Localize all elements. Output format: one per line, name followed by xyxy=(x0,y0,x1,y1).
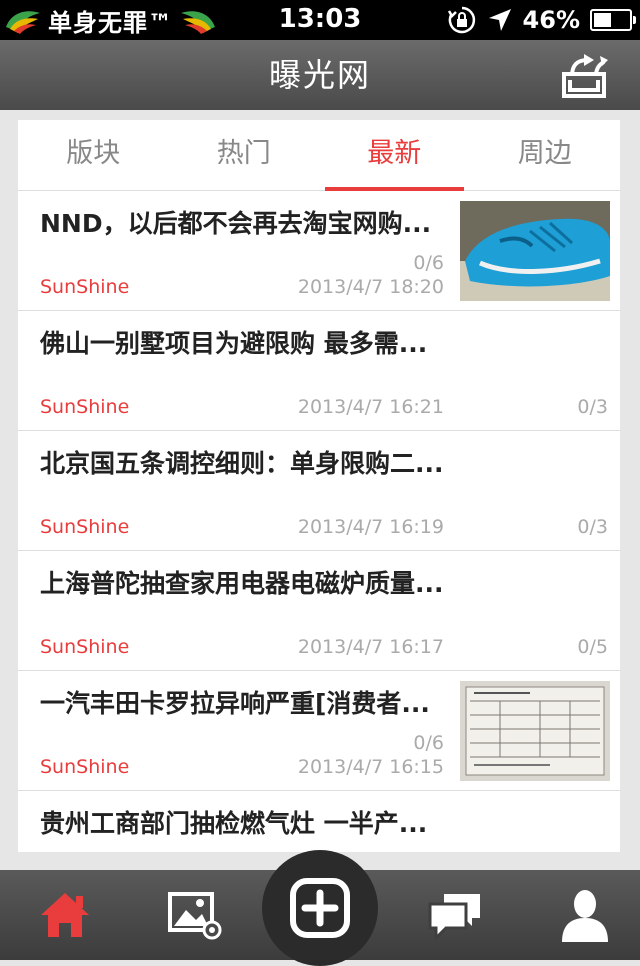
navigation-bar: 曝光网 xyxy=(0,40,640,110)
share-export-icon[interactable] xyxy=(558,52,610,100)
post-thumbnail[interactable] xyxy=(460,681,610,781)
post-title: 佛山一别墅项目为避限购 最多需... xyxy=(40,329,428,358)
list-item[interactable]: NND，以后都不会再去淘宝网购... 0/6 SunShine 2013/4/7… xyxy=(18,191,620,311)
home-icon xyxy=(41,893,89,937)
post-author[interactable]: SunShine xyxy=(40,636,129,658)
post-date: 2013/4/7 18:20 xyxy=(297,276,444,298)
tab-home[interactable] xyxy=(20,870,110,960)
user-icon xyxy=(562,890,608,942)
tab-gallery[interactable] xyxy=(150,870,240,960)
chat-icon xyxy=(428,894,480,940)
post-list: NND，以后都不会再去淘宝网购... 0/6 SunShine 2013/4/7… xyxy=(18,191,620,852)
post-thumbnail[interactable] xyxy=(460,201,610,301)
tab-profile[interactable] xyxy=(540,870,630,960)
tab-hot[interactable]: 热门 xyxy=(169,120,320,190)
post-author[interactable]: SunShine xyxy=(40,276,129,298)
battery-icon xyxy=(590,9,636,31)
post-title: 一汽丰田卡罗拉异响严重[消费者... xyxy=(40,689,430,718)
battery-percentage: 46% xyxy=(522,6,580,34)
list-item[interactable]: 贵州工商部门抽检燃气灶 一半产... xyxy=(18,791,620,852)
tab-bar: 版块 热门 最新 周边 xyxy=(18,120,620,191)
post-title: NND，以后都不会再去淘宝网购... xyxy=(40,209,432,238)
post-title: 贵州工商部门抽检燃气灶 一半产... xyxy=(40,809,428,838)
post-date: 2013/4/7 16:15 xyxy=(297,756,444,778)
list-item[interactable]: 一汽丰田卡罗拉异响严重[消费者... 0/6 SunShine 2013/4/7… xyxy=(18,671,620,791)
page-title: 曝光网 xyxy=(268,56,371,94)
post-author[interactable]: SunShine xyxy=(40,516,129,538)
reply-count: 0/6 xyxy=(413,732,444,754)
rotation-lock-icon xyxy=(447,6,475,34)
post-author[interactable]: SunShine xyxy=(40,396,129,418)
post-author[interactable]: SunShine xyxy=(40,756,129,778)
reply-count: 0/3 xyxy=(577,516,608,538)
add-icon xyxy=(290,878,350,938)
post-date: 2013/4/7 16:19 xyxy=(297,516,444,538)
tab-latest[interactable]: 最新 xyxy=(319,120,470,191)
tab-messages[interactable] xyxy=(410,870,500,960)
post-date: 2013/4/7 16:21 xyxy=(297,396,444,418)
reply-count: 0/6 xyxy=(413,252,444,274)
status-bar: 单身无罪™ 13:03 46% xyxy=(0,0,640,40)
list-item[interactable]: 佛山一别墅项目为避限购 最多需... SunShine 2013/4/7 16:… xyxy=(18,311,620,431)
list-item[interactable]: 北京国五条调控细则：单身限购二... SunShine 2013/4/7 16:… xyxy=(18,431,620,551)
location-icon xyxy=(488,9,511,31)
post-date: 2013/4/7 16:17 xyxy=(297,636,444,658)
content-card: 版块 热门 最新 周边 NND，以后都不会再去淘宝网购... 0/6 SunSh… xyxy=(18,120,620,852)
add-post-button[interactable] xyxy=(262,850,378,966)
list-item[interactable]: 上海普陀抽查家用电器电磁炉质量... SunShine 2013/4/7 16:… xyxy=(18,551,620,671)
photo-gallery-icon xyxy=(168,892,222,940)
reply-count: 0/3 xyxy=(577,396,608,418)
post-title: 上海普陀抽查家用电器电磁炉质量... xyxy=(40,569,444,598)
reply-count: 0/5 xyxy=(577,636,608,658)
tab-nearby[interactable]: 周边 xyxy=(470,120,621,190)
tab-sections[interactable]: 版块 xyxy=(18,120,169,190)
post-title: 北京国五条调控细则：单身限购二... xyxy=(40,449,444,478)
